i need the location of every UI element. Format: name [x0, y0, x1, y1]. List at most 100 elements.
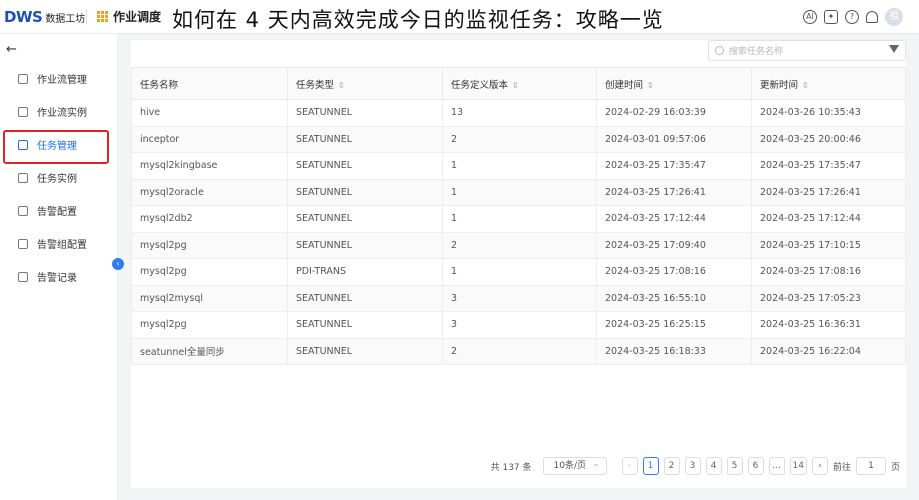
main-panel: 搜索任务名称 任务名称 任务类型 ⇕ 任务定义版本 ⇕ 创建时间 ⇕ 更新时间 ⇕ hi…	[131, 40, 906, 488]
sidebar-item-workflow[interactable]: 作业流管理	[0, 62, 118, 95]
task-icon	[18, 139, 28, 150]
page-button[interactable]: 4	[705, 457, 722, 475]
table-row[interactable]: mysql2pg SEATUNNEL 2 2024-03-25 17:09:40 202…	[131, 231, 906, 259]
table-row[interactable]: mysql2pg PDI-TRANS 1 2024-03-25 17:08:16 202…	[131, 258, 906, 286]
table-row[interactable]: mysql2oracle SEATUNNEL 1 2024-03-25 17:26:4…	[131, 178, 906, 206]
table-row[interactable]: seatunnel全量同步 SEATUNNEL 2 2024-03-25 16:18:…	[131, 337, 906, 365]
page-button[interactable]: 5	[726, 457, 743, 475]
table-row[interactable]: inceptor SEATUNNEL 2 2024-03-01 09:57:06 202…	[131, 125, 906, 153]
table-row[interactable]: mysql2db2 SEATUNNEL 1 2024-03-25 17:12:44 20…	[131, 205, 906, 233]
page-button[interactable]: ...	[768, 457, 785, 475]
table-cell: SEATUNNEL	[287, 152, 443, 180]
back-arrow-icon[interactable]: ←	[6, 42, 17, 57]
sidebar-item-label: 任务实例	[37, 174, 77, 185]
table-cell: mysql2kingbase	[131, 152, 288, 180]
table-cell: 3	[442, 311, 597, 339]
col-created[interactable]: 创建时间 ⇕	[596, 67, 752, 100]
table-cell: 2024-03-26 10:35:43	[751, 99, 906, 127]
table-cell: seatunnel全量同步	[131, 337, 288, 365]
task-instance-icon	[18, 172, 28, 183]
task-table: 任务名称 任务类型 ⇕ 任务定义版本 ⇕ 创建时间 ⇕ 更新时间 ⇕ hive SEATU…	[131, 67, 906, 365]
table-cell: 2024-03-25 20:00:46	[751, 125, 906, 153]
logo-mark: DWS	[4, 8, 43, 26]
table-row[interactable]: mysql2mysql SEATUNNEL 3 2024-03-25 16:55:10…	[131, 284, 906, 312]
alarm-group-icon	[18, 238, 28, 249]
sidebar: ← 作业流管理 作业流实例 任务管理 任务实例 告警配置 告警组配置 告警记录 …	[0, 34, 124, 500]
alarm-record-icon	[18, 271, 28, 282]
ai-icon[interactable]: AI	[803, 10, 817, 24]
table-cell: SEATUNNEL	[287, 284, 443, 312]
table-cell: 2024-03-25 16:55:10	[596, 284, 752, 312]
sort-icon: ⇕	[802, 80, 809, 90]
table-cell: mysql2oracle	[131, 178, 288, 206]
bell-icon[interactable]	[866, 11, 878, 23]
sidebar-item-alarm-config[interactable]: 告警配置	[0, 194, 118, 227]
alarm-icon	[18, 205, 28, 216]
page-button[interactable]: 2	[663, 457, 680, 475]
page-jump-input[interactable]: 1	[855, 457, 886, 475]
table-cell: 2024-03-25 16:25:15	[596, 311, 752, 339]
prev-page-button[interactable]: ‹	[621, 457, 638, 475]
app-logo[interactable]: DWS 数据工坊	[4, 7, 85, 27]
page-button[interactable]: 6	[747, 457, 764, 475]
table-cell: 3	[442, 284, 597, 312]
table-cell: 1	[442, 152, 597, 180]
sort-icon: ⇕	[338, 80, 345, 90]
help-icon[interactable]: ?	[845, 10, 859, 24]
table-cell: 2024-03-25 17:26:41	[751, 178, 906, 206]
table-cell: mysql2mysql	[131, 284, 288, 312]
table-cell: 2024-03-25 17:08:16	[751, 258, 906, 286]
table-cell: 2024-03-25 16:22:04	[751, 337, 906, 365]
grid-icon	[97, 10, 109, 23]
sidebar-item-label: 任务管理	[37, 141, 77, 152]
page-size-select[interactable]: 10条/页	[542, 456, 607, 475]
col-task-type[interactable]: 任务类型 ⇕	[287, 67, 443, 100]
search-input[interactable]: 搜索任务名称	[708, 40, 906, 61]
sidebar-item-workflow-instance[interactable]: 作业流实例	[0, 95, 118, 128]
page-button[interactable]: 14	[789, 457, 807, 475]
jump-label: 前往	[832, 462, 851, 473]
sidebar-item-task-management[interactable]: 任务管理	[0, 128, 118, 164]
table-cell: 1	[442, 205, 597, 233]
table-cell: mysql2pg	[131, 311, 288, 339]
sidebar-item-label: 告警组配置	[37, 240, 87, 251]
page-button[interactable]: 1	[642, 457, 659, 475]
table-cell: 1	[442, 178, 597, 206]
table-header-row: 任务名称 任务类型 ⇕ 任务定义版本 ⇕ 创建时间 ⇕ 更新时间 ⇕	[131, 67, 906, 100]
table-cell: 1	[442, 258, 597, 286]
plugin-icon[interactable]: ✦	[824, 10, 838, 24]
sidebar-item-label: 作业流管理	[37, 75, 87, 86]
page-button[interactable]: 3	[684, 457, 701, 475]
sort-icon: ⇕	[512, 80, 519, 90]
table-cell: SEATUNNEL	[287, 231, 443, 259]
next-page-button[interactable]: ›	[811, 457, 828, 475]
table-cell: SEATUNNEL	[287, 337, 443, 365]
total-count: 共 137 条	[490, 462, 532, 473]
collapse-sidebar-icon[interactable]: ‹	[112, 258, 124, 270]
col-updated[interactable]: 更新时间 ⇕	[751, 67, 906, 100]
table-cell: 2024-03-25 17:09:40	[596, 231, 752, 259]
divider	[86, 9, 87, 25]
avatar[interactable]: 祖	[885, 8, 903, 26]
col-version[interactable]: 任务定义版本 ⇕	[442, 67, 597, 100]
table-cell: 2024-03-25 17:12:44	[596, 205, 752, 233]
sidebar-item-label: 作业流实例	[37, 108, 87, 119]
table-cell: inceptor	[131, 125, 288, 153]
table-cell: 2024-03-25 17:10:15	[751, 231, 906, 259]
table-cell: 2024-03-25 16:36:31	[751, 311, 906, 339]
sidebar-nav: 作业流管理 作业流实例 任务管理 任务实例 告警配置 告警组配置 告警记录	[0, 62, 118, 293]
instance-icon	[18, 106, 28, 117]
search-icon	[715, 46, 724, 55]
sidebar-item-alarm-group[interactable]: 告警组配置	[0, 227, 118, 260]
module-switcher[interactable]: 作业调度	[97, 8, 161, 25]
table-cell: 2024-03-01 09:57:06	[596, 125, 752, 153]
page-headline: 如何在 4 天内高效完成今日的监视任务：攻略一览	[172, 8, 664, 32]
table-row[interactable]: mysql2pg SEATUNNEL 3 2024-03-25 16:25:15 202…	[131, 311, 906, 339]
table-cell: SEATUNNEL	[287, 99, 443, 127]
sidebar-item-task-instance[interactable]: 任务实例	[0, 161, 118, 194]
table-row[interactable]: hive SEATUNNEL 13 2024-02-29 16:03:39 2024-0…	[131, 99, 906, 127]
filter-icon[interactable]	[889, 45, 899, 53]
sidebar-item-alarm-record[interactable]: 告警记录	[0, 260, 118, 293]
table-cell: 2	[442, 125, 597, 153]
table-row[interactable]: mysql2kingbase SEATUNNEL 1 2024-03-25 17:35…	[131, 152, 906, 180]
